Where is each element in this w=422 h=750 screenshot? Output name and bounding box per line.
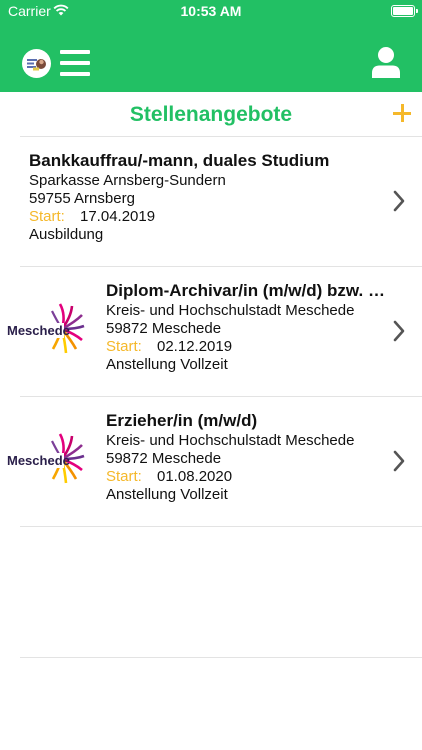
plus-icon[interactable] (393, 104, 411, 122)
page-title-bar: Stellenangebote (20, 94, 422, 137)
job-start: Start: 17.04.2019 (29, 208, 379, 226)
job-type: Anstellung Vollzeit (106, 486, 228, 503)
job-type: Anstellung Vollzeit (106, 356, 228, 373)
chevron-right-icon[interactable] (393, 190, 405, 212)
app-header: Carrier 10:53 AM (0, 0, 422, 92)
job-text: Diplom-Archivar/in (m/w/d) bzw. F... Kre… (106, 281, 390, 374)
job-location: 59755 Arnsberg (29, 190, 135, 207)
battery-icon (391, 5, 415, 17)
meschede-logo-icon (6, 433, 88, 485)
start-label: Start: (106, 468, 142, 485)
hamburger-menu-icon[interactable] (60, 50, 90, 77)
meschede-logo-icon (6, 303, 88, 355)
user-profile-icon[interactable] (371, 46, 401, 78)
job-location: 59872 Meschede (106, 320, 222, 337)
app-logo-icon[interactable] (22, 49, 51, 78)
job-list: Bankkauffrau/-mann, duales Studium Spark… (0, 137, 422, 658)
chevron-right-icon[interactable] (393, 320, 405, 342)
job-text: Bankkauffrau/-mann, duales Studium Spark… (29, 151, 379, 244)
chevron-right-icon[interactable] (393, 450, 405, 472)
start-date: 02.12.2019 (157, 338, 233, 355)
job-start: Start: 01.08.2020 (106, 468, 390, 486)
status-bar: Carrier 10:53 AM (0, 0, 422, 24)
job-type: Ausbildung (29, 226, 104, 243)
job-title: Bankkauffrau/-mann, duales Studium (29, 151, 330, 170)
job-employer: Kreis- und Hochschulstadt Meschede (106, 432, 355, 449)
job-employer: Sparkasse Arnsberg-Sundern (29, 172, 226, 189)
job-location: 59872 Meschede (106, 450, 222, 467)
start-date: 17.04.2019 (80, 208, 156, 225)
job-employer: Kreis- und Hochschulstadt Meschede (106, 302, 355, 319)
list-item-job-3[interactable]: Erzieher/in (m/w/d) Kreis- und Hochschul… (0, 397, 422, 527)
page-title: Stellenangebote (129, 103, 293, 126)
job-text: Erzieher/in (m/w/d) Kreis- und Hochschul… (106, 411, 390, 504)
empty-list-row (0, 527, 422, 658)
status-time: 10:53 AM (180, 3, 242, 19)
list-item-job-2[interactable]: Diplom-Archivar/in (m/w/d) bzw. F... Kre… (0, 267, 422, 397)
start-label: Start: (29, 208, 65, 225)
battery-tip (416, 9, 418, 13)
list-item-job-1[interactable]: Bankkauffrau/-mann, duales Studium Spark… (0, 137, 422, 267)
job-title: Diplom-Archivar/in (m/w/d) bzw. F... (106, 281, 390, 300)
job-start: Start: 02.12.2019 (106, 338, 390, 356)
start-date: 01.08.2020 (157, 468, 233, 485)
start-label: Start: (106, 338, 142, 355)
job-title: Erzieher/in (m/w/d) (106, 411, 258, 430)
